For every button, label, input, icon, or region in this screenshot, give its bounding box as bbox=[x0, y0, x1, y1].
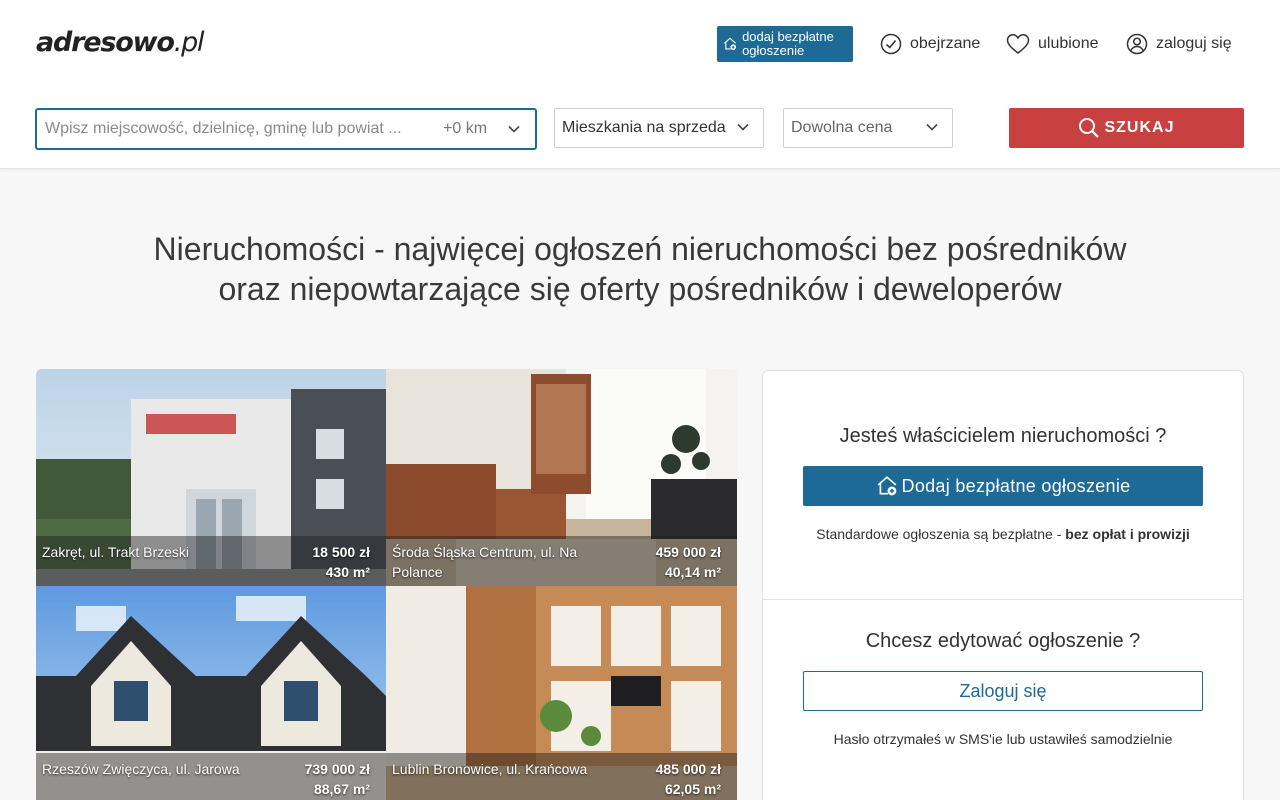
house-plus-icon bbox=[724, 37, 737, 50]
search-icon bbox=[1079, 118, 1100, 138]
free-listing-note: Standardowe ogłoszenia są bezpłatne - be… bbox=[763, 526, 1243, 542]
site-logo[interactable]: adresowo.pl bbox=[36, 27, 205, 58]
listing-location: Lublin Bronowice, ul. Krańcowa bbox=[392, 761, 588, 777]
listing-card[interactable]: Lublin Bronowice, ul. Krańcowa 485 000 z… bbox=[386, 586, 737, 800]
login-button[interactable]: Zaloguj się bbox=[803, 671, 1203, 711]
password-note: Hasło otrzymałeś w SMS'ie lub ustawiłeś … bbox=[833, 731, 1173, 747]
search-button-label: SZUKAJ bbox=[1104, 119, 1175, 136]
property-type-value: Mieszkania na sprzeda bbox=[562, 119, 726, 136]
login-button-label: Zaloguj się bbox=[959, 680, 1047, 701]
edit-question: Chcesz edytować ogłoszenie ? bbox=[865, 630, 1141, 652]
listing-area: 430 m² bbox=[325, 564, 370, 580]
chevron-down-icon[interactable] bbox=[507, 122, 521, 136]
logo-main: adresowo bbox=[36, 27, 175, 58]
price-select[interactable]: Dowolna cena bbox=[783, 108, 953, 148]
listing-area: 62,05 m² bbox=[664, 781, 721, 797]
listing-caption: Środa Śląska Centrum, ul. Na Polance 459… bbox=[386, 536, 737, 586]
free-note-bold: bez opłat i prowizji bbox=[1065, 526, 1190, 542]
listing-price: 459 000 zł bbox=[655, 544, 721, 560]
listing-area: 40,14 m² bbox=[664, 564, 721, 580]
house-plus-icon bbox=[877, 476, 896, 496]
headline-line-2: oraz niepowtarzające się oferty pośredni… bbox=[218, 271, 1062, 307]
page-headline: Nieruchomości - najwięcej ogłoszeń nieru… bbox=[0, 229, 1280, 309]
logo-tld: .pl bbox=[173, 27, 205, 58]
owner-question: Jesteś właścicielem nieruchomości ? bbox=[839, 425, 1167, 447]
nav-favorites-label: ulubione bbox=[1038, 35, 1099, 52]
user-circle-icon bbox=[1126, 33, 1148, 55]
featured-listings: Zakręt, ul. Trakt Brzeski 18 500 zł 430 … bbox=[36, 369, 737, 800]
listing-price: 739 000 zł bbox=[304, 761, 370, 777]
nav-viewed[interactable]: obejrzane bbox=[880, 31, 980, 57]
search-button[interactable]: SZUKAJ bbox=[1009, 108, 1244, 148]
add-listing-label: dodaj bezpłatne ogłoszenie bbox=[742, 29, 834, 58]
listing-price: 18 500 zł bbox=[312, 544, 370, 560]
add-free-listing-label: Dodaj bezpłatne ogłoszenie bbox=[901, 475, 1131, 496]
nav-login-label: zaloguj się bbox=[1156, 35, 1232, 52]
owner-panel: Jesteś właścicielem nieruchomości ? Doda… bbox=[762, 370, 1244, 800]
add-listing-button[interactable]: dodaj bezpłatne ogłoszenie bbox=[717, 26, 853, 62]
header: adresowo.pl dodaj bezpłatne ogłoszenie o… bbox=[0, 0, 1280, 169]
listing-card[interactable]: Zakręt, ul. Trakt Brzeski 18 500 zł 430 … bbox=[36, 369, 386, 586]
listing-caption: Rzeszów Zwięczyca, ul. Jarowa 739 000 zł… bbox=[36, 753, 386, 800]
heart-icon bbox=[1006, 34, 1030, 54]
listing-caption: Lublin Bronowice, ul. Krańcowa 485 000 z… bbox=[386, 753, 737, 800]
listing-area: 88,67 m² bbox=[313, 781, 370, 797]
nav-favorites[interactable]: ulubione bbox=[1006, 31, 1099, 57]
listing-card[interactable]: Rzeszów Zwięczyca, ul. Jarowa 739 000 zł… bbox=[36, 586, 386, 800]
nav-viewed-label: obejrzane bbox=[910, 35, 981, 52]
chevron-down-icon bbox=[926, 123, 938, 131]
free-note-text: Standardowe ogłoszenia są bezpłatne - bbox=[816, 526, 1066, 542]
headline-line-1: Nieruchomości - najwięcej ogłoszeń nieru… bbox=[153, 231, 1127, 267]
listing-price: 485 000 zł bbox=[655, 761, 721, 777]
property-type-select[interactable]: Mieszkania na sprzeda bbox=[554, 108, 764, 148]
listing-location: Środa Śląska Centrum, ul. Na Polance bbox=[392, 544, 578, 580]
radius-value[interactable]: +0 km bbox=[443, 120, 487, 138]
listing-location: Zakręt, ul. Trakt Brzeski bbox=[42, 544, 190, 560]
location-search-input[interactable] bbox=[45, 120, 437, 138]
location-search: +0 km bbox=[35, 108, 537, 150]
panel-divider bbox=[763, 599, 1243, 600]
chevron-down-icon bbox=[737, 123, 749, 131]
listing-location: Rzeszów Zwięczyca, ul. Jarowa bbox=[42, 761, 240, 777]
nav-login[interactable]: zaloguj się bbox=[1126, 31, 1232, 57]
listing-caption: Zakręt, ul. Trakt Brzeski 18 500 zł 430 … bbox=[36, 536, 386, 586]
add-free-listing-button[interactable]: Dodaj bezpłatne ogłoszenie bbox=[803, 466, 1203, 506]
listing-card[interactable]: Środa Śląska Centrum, ul. Na Polance 459… bbox=[386, 369, 737, 586]
check-circle-icon bbox=[880, 33, 902, 55]
price-value: Dowolna cena bbox=[791, 119, 893, 136]
